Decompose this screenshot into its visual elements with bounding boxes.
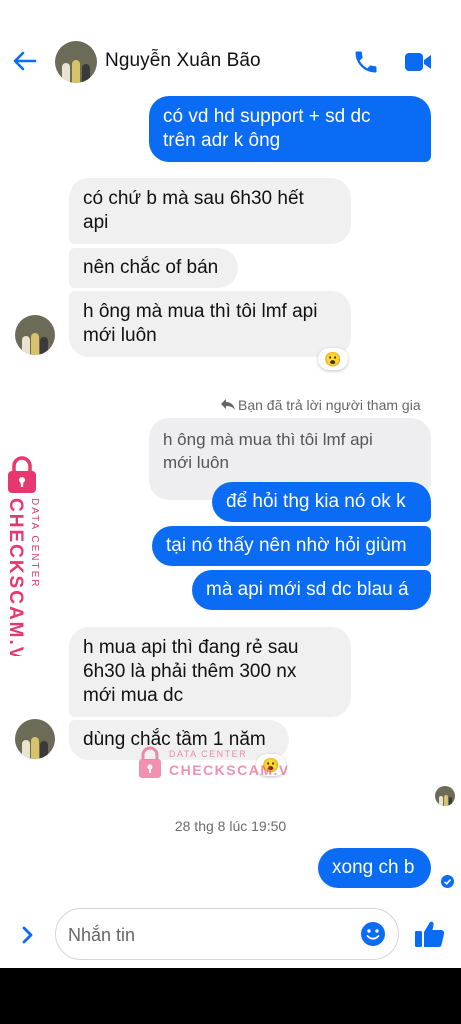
watermark-side-sub: DATA CENTER: [29, 498, 40, 589]
emoji-icon[interactable]: [360, 921, 386, 947]
reaction-wow[interactable]: 😮: [318, 348, 348, 370]
reply-icon: [221, 399, 235, 410]
back-arrow-icon[interactable]: [10, 46, 40, 76]
message-text: tại nó thấy nên nhờ hỏi giùm: [166, 535, 407, 556]
checkscam-side-watermark: CHECKSCAM.VN DATA CENTER: [5, 456, 40, 656]
sender-avatar[interactable]: [15, 315, 55, 355]
chevron-right-icon[interactable]: [18, 925, 38, 945]
message-text: 6h30 là phải thêm 300 nx: [83, 661, 297, 682]
message-text: h mua api thì đang rẻ sau: [83, 637, 299, 658]
message-text: để hỏi thg kia nó ok k: [226, 491, 406, 512]
message-text: trên adr k ông: [163, 130, 281, 151]
message-text: api: [83, 212, 109, 233]
message-incoming[interactable]: h mua api thì đang rẻ sau 6h30 là phải t…: [69, 627, 351, 717]
message-outgoing[interactable]: mà api mới sd dc blau á: [192, 570, 431, 610]
video-call-icon[interactable]: [403, 50, 433, 74]
message-timestamp: 28 thg 8 lúc 19:50: [174, 818, 287, 834]
message-text: xong ch b: [332, 857, 415, 878]
message-text: nên chắc of bán: [83, 257, 219, 278]
message-text: h ông mà mua thì tôi lmf api: [83, 301, 318, 322]
contact-avatar[interactable]: [55, 41, 97, 83]
message-outgoing[interactable]: tại nó thấy nên nhờ hỏi giùm: [152, 526, 431, 566]
message-incoming[interactable]: h ông mà mua thì tôi lmf api mới luôn: [69, 291, 351, 357]
message-text: h ông mà mua thì tôi lmf api: [163, 430, 373, 449]
message-text: mới mua dc: [83, 685, 184, 706]
watermark-sub: DATA CENTER: [169, 749, 247, 759]
watermark-brand: CHECKSCAM.VN: [169, 762, 287, 778]
message-input-placeholder[interactable]: Nhắn tin: [68, 925, 135, 946]
message-text: mà api mới sd dc blau á: [206, 579, 409, 600]
system-nav-bar: [0, 968, 461, 1024]
phone-call-icon[interactable]: [352, 48, 380, 76]
message-text: có chứ b mà sau 6h30 hết: [83, 188, 304, 209]
message-text: mới luôn: [163, 453, 229, 472]
thumbs-up-icon[interactable]: [414, 919, 446, 949]
contact-name[interactable]: Nguyễn Xuân Bão: [105, 50, 261, 72]
message-outgoing[interactable]: có vd hd support + sd dc trên adr k ông: [149, 96, 431, 162]
message-outgoing[interactable]: để hỏi thg kia nó ok k: [212, 482, 431, 522]
seen-avatar: [435, 786, 455, 806]
message-text: mới luôn: [83, 325, 157, 346]
chat-screen: Nguyễn Xuân Bão có vd hd support + sd dc…: [0, 0, 461, 968]
watermark-side-brand: CHECKSCAM.VN: [5, 498, 26, 656]
message-incoming[interactable]: có chứ b mà sau 6h30 hết api: [69, 178, 351, 244]
message-text: có vd hd support + sd dc: [163, 106, 371, 127]
sent-check-icon: [441, 875, 454, 888]
message-incoming[interactable]: nên chắc of bán: [69, 248, 238, 288]
sender-avatar[interactable]: [15, 719, 55, 759]
message-outgoing[interactable]: xong ch b: [318, 848, 431, 888]
checkscam-watermark: DATA CENTER CHECKSCAM.VN: [139, 746, 287, 778]
reply-note: Bạn đã trả lời người tham gia: [238, 397, 421, 413]
